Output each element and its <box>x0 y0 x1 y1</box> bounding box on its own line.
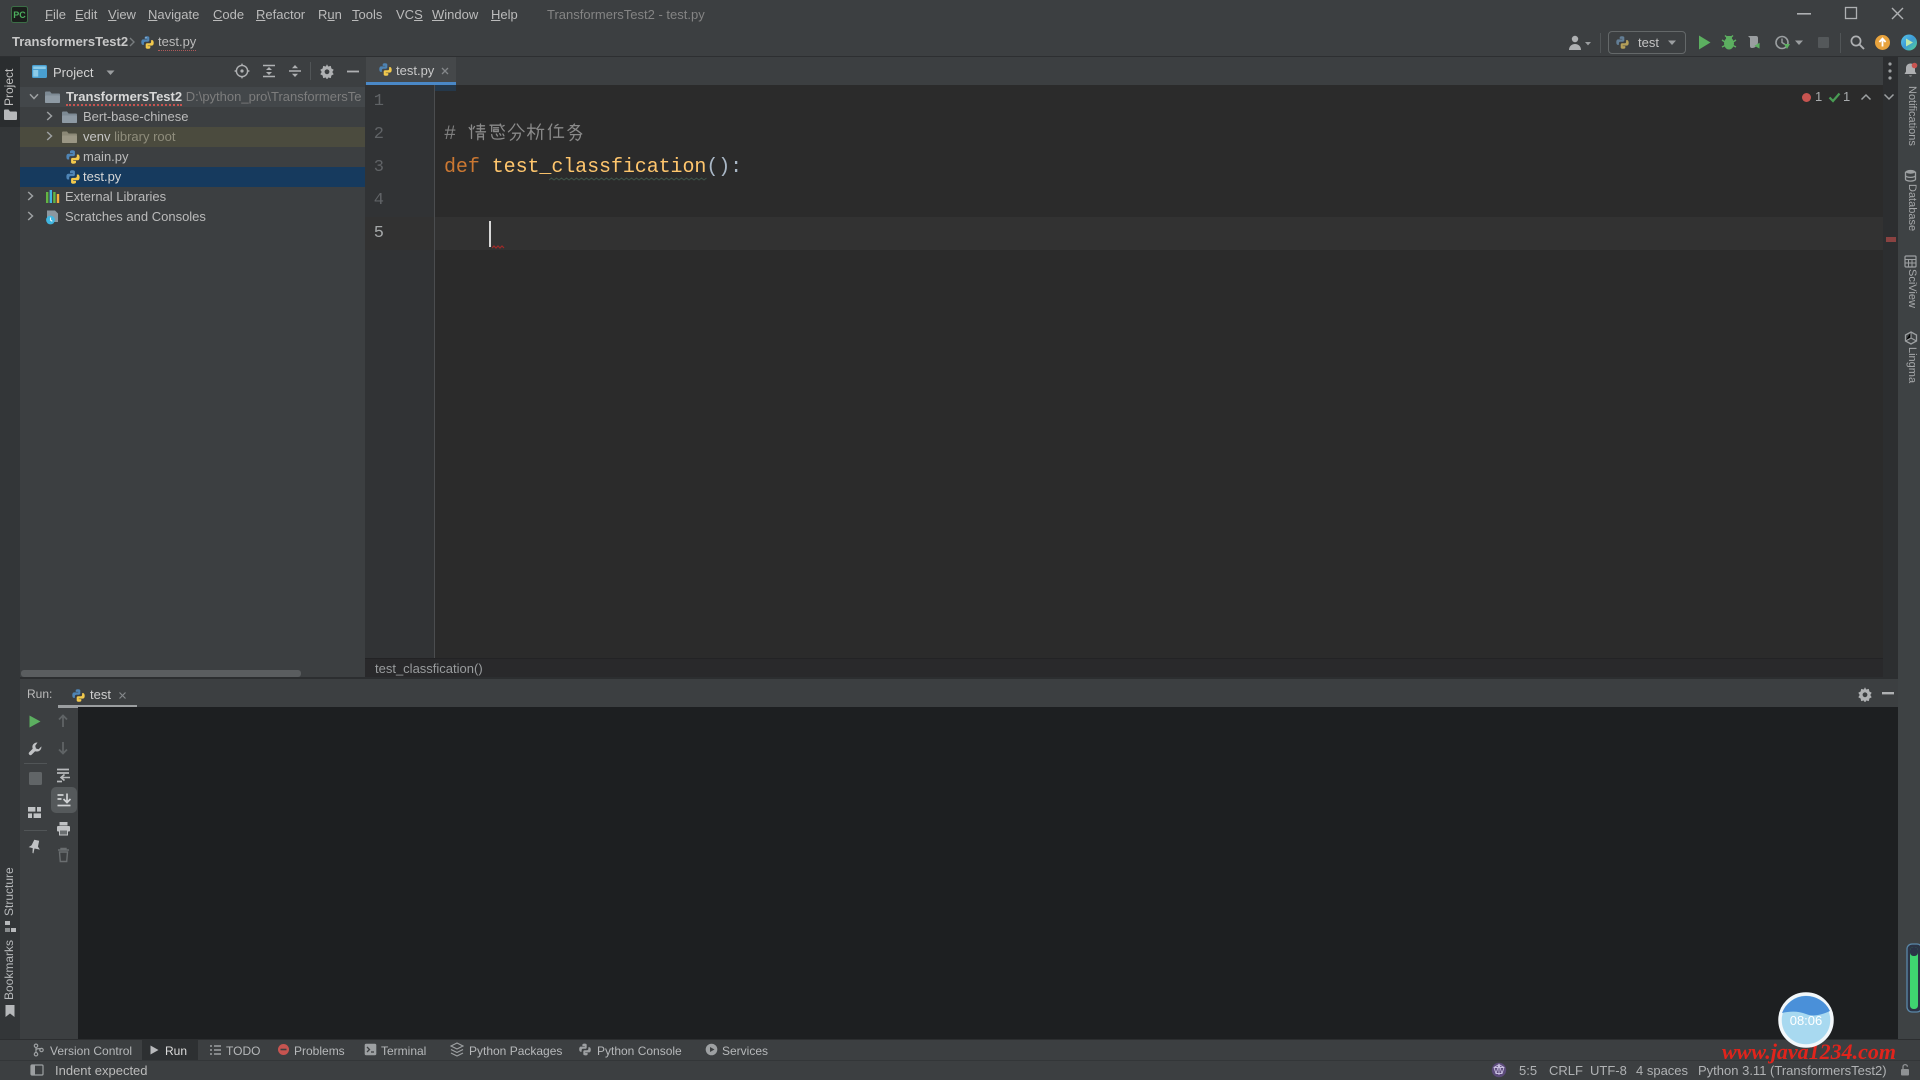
svg-text:08:06: 08:06 <box>1790 1013 1823 1028</box>
